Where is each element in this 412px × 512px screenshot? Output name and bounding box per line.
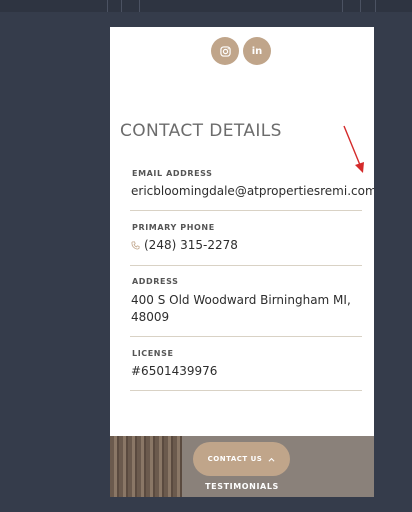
address-line-2: 48009: [131, 310, 170, 324]
top-bar-divider: [360, 0, 361, 12]
phone-number: (248) 315-2278: [144, 238, 238, 252]
phone-link[interactable]: (248) 315-2278: [131, 238, 238, 252]
email-label: EMAIL ADDRESS: [132, 169, 213, 178]
address-line-1: 400 S Old Woodward Birningham MI,: [131, 293, 351, 307]
linkedin-button[interactable]: in: [243, 37, 271, 65]
license-label: LICENSE: [132, 349, 174, 358]
license-number: #6501439976: [131, 364, 218, 378]
top-bar-divider: [121, 0, 122, 12]
contact-panel: in CONTACT DETAILS EMAIL ADDRESS ericblo…: [110, 27, 374, 497]
address-label: ADDRESS: [132, 277, 179, 286]
divider: [130, 265, 362, 266]
phone-icon: [131, 240, 140, 250]
browser-top-bar: [0, 0, 412, 12]
divider: [130, 210, 362, 211]
linkedin-icon: in: [251, 45, 263, 57]
testimonials-section: CONTACT US TESTIMONIALS: [110, 436, 374, 497]
contact-us-button[interactable]: CONTACT US: [193, 442, 290, 476]
contact-us-label: CONTACT US: [207, 455, 263, 463]
testimonials-heading: TESTIMONIALS: [205, 482, 279, 491]
top-bar-divider: [342, 0, 343, 12]
contact-details-heading: CONTACT DETAILS: [120, 121, 282, 141]
annotation-arrow: [343, 125, 364, 173]
top-bar-divider: [107, 0, 108, 12]
phone-label: PRIMARY PHONE: [132, 223, 215, 232]
chevron-up-icon: [268, 457, 275, 462]
divider: [130, 390, 362, 391]
top-bar-divider: [375, 0, 376, 12]
instagram-icon: [219, 45, 231, 57]
instagram-button[interactable]: [211, 37, 239, 65]
top-bar-divider: [139, 0, 140, 12]
email-link[interactable]: ericbloomingdale@atpropertiesremi.com: [131, 184, 374, 198]
divider: [130, 336, 362, 337]
